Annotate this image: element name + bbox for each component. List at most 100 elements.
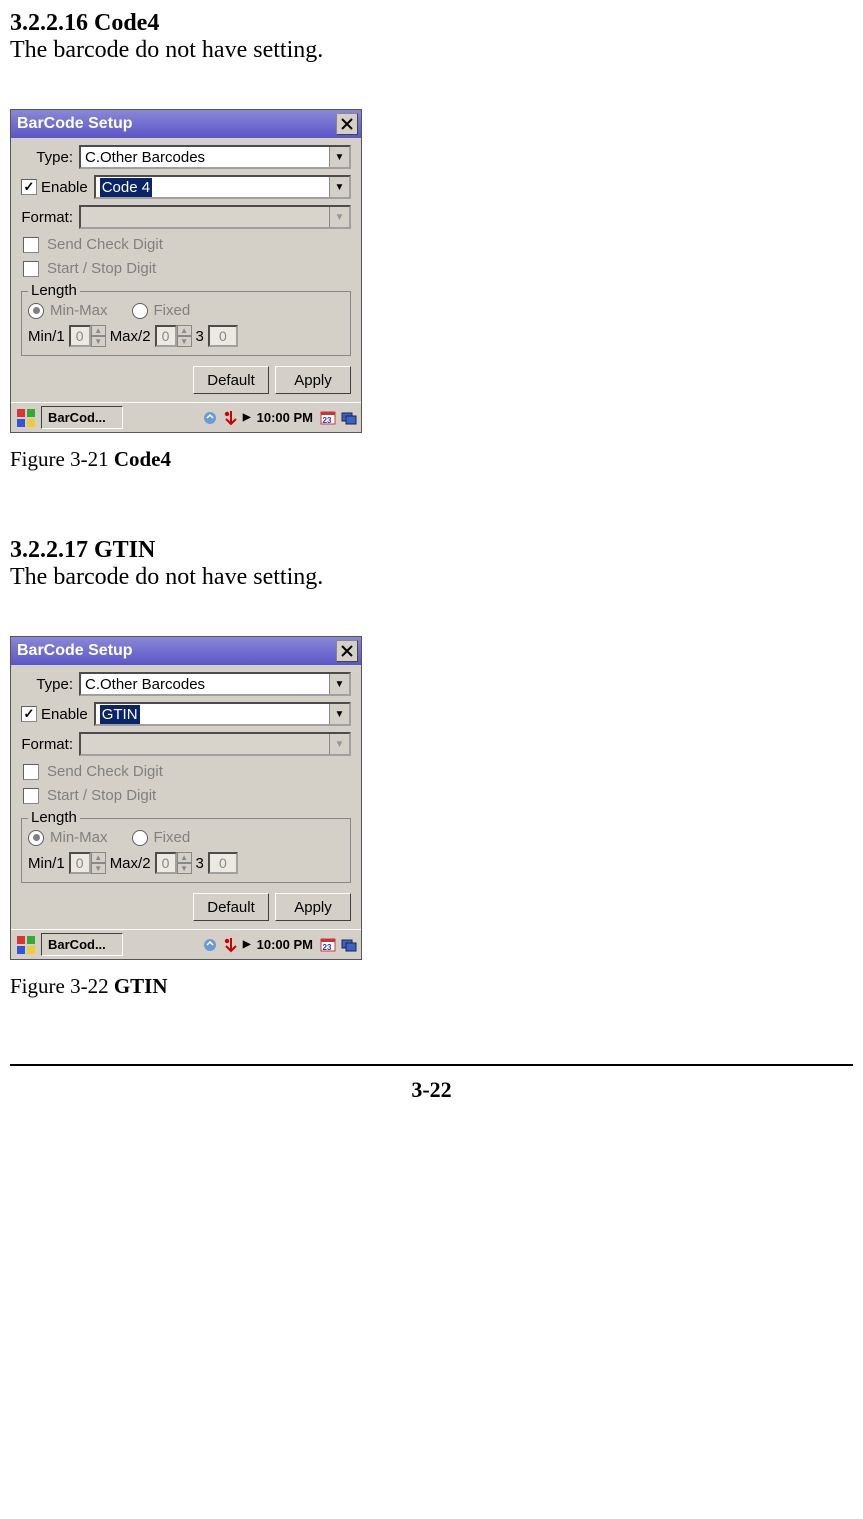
format-dropdown: ▼ (79, 205, 351, 229)
three-input (208, 852, 238, 874)
desktop-icon[interactable] (340, 409, 358, 427)
start-stop-digit-checkbox (23, 261, 39, 277)
start-stop-digit-checkbox (23, 788, 39, 804)
barcode-setup-window: BarCode Setup Type: C.Other Barcodes ▼ ✓… (10, 109, 362, 433)
taskbar: BarCod... ▶ 10:00 PM 23 (11, 929, 361, 959)
start-button[interactable] (14, 406, 38, 430)
max-input (155, 852, 177, 874)
fixed-radio (132, 303, 148, 319)
min-input (69, 852, 91, 874)
tray-icon[interactable] (201, 409, 219, 427)
section-name: GTIN (94, 537, 155, 563)
three-label: 3 (196, 328, 204, 345)
spin-down-icon: ▼ (91, 336, 106, 347)
min-input (69, 325, 91, 347)
close-button[interactable] (336, 113, 358, 135)
spin-down-icon: ▼ (177, 336, 192, 347)
taskbar-item[interactable]: BarCod... (41, 406, 123, 429)
dropdown-arrow-icon: ▼ (329, 207, 349, 227)
max-spinner: ▲▼ (155, 325, 192, 347)
tray-arrow-icon[interactable]: ▶ (243, 412, 251, 423)
taskbar-time: 10:00 PM (257, 937, 313, 952)
spin-up-icon: ▲ (91, 852, 106, 863)
three-input (208, 325, 238, 347)
max-label: Max/2 (110, 328, 151, 345)
send-check-digit-checkbox (23, 764, 39, 780)
figure-caption: Figure 3-21 Code4 (10, 447, 853, 472)
three-input-wrap (208, 325, 238, 347)
desktop-icon[interactable] (340, 936, 358, 954)
section-number: 3.2.2.16 (10, 10, 88, 36)
max-label: Max/2 (110, 855, 151, 872)
default-button[interactable]: Default (193, 893, 269, 921)
tray-arrow-icon[interactable]: ▶ (243, 939, 251, 950)
send-check-digit-label: Send Check Digit (47, 236, 163, 253)
fixed-radio (132, 830, 148, 846)
tray-icon[interactable] (201, 936, 219, 954)
minmax-label: Min-Max (50, 829, 108, 846)
calendar-icon[interactable]: 23 (319, 409, 337, 427)
section-name: Code4 (94, 10, 159, 36)
type-label: Type: (21, 149, 73, 166)
svg-text:23: 23 (323, 943, 332, 952)
close-icon (341, 645, 353, 657)
svg-text:23: 23 (323, 416, 332, 425)
spin-up-icon: ▲ (177, 325, 192, 336)
section-number: 3.2.2.17 (10, 537, 88, 563)
format-label: Format: (21, 736, 73, 753)
length-groupbox: Length Min-Max Fixed Min/1 ▲▼ Max/2 ▲▼ (21, 291, 351, 356)
tray-icon[interactable] (222, 936, 240, 954)
default-button[interactable]: Default (193, 366, 269, 394)
barcode-value: Code 4 (100, 178, 152, 197)
send-check-digit-checkbox (23, 237, 39, 253)
taskbar-time: 10:00 PM (257, 410, 313, 425)
barcode-dropdown[interactable]: Code 4 ▼ (94, 175, 351, 199)
length-legend: Length (28, 282, 80, 299)
barcode-dropdown[interactable]: GTIN ▼ (94, 702, 351, 726)
minmax-radio (28, 830, 44, 846)
length-legend: Length (28, 809, 80, 826)
minmax-label: Min-Max (50, 302, 108, 319)
spin-up-icon: ▲ (91, 325, 106, 336)
type-dropdown[interactable]: C.Other Barcodes ▼ (79, 145, 351, 169)
barcode-value: GTIN (100, 705, 140, 724)
windows-icon (16, 408, 36, 428)
send-check-digit-label: Send Check Digit (47, 763, 163, 780)
figure-caption: Figure 3-22 GTIN (10, 974, 853, 999)
close-button[interactable] (336, 640, 358, 662)
min-spinner: ▲▼ (69, 325, 106, 347)
spin-down-icon: ▼ (177, 863, 192, 874)
barcode-setup-window: BarCode Setup Type: C.Other Barcodes ▼ ✓… (10, 636, 362, 960)
max-spinner: ▲▼ (155, 852, 192, 874)
taskbar-item[interactable]: BarCod... (41, 933, 123, 956)
enable-checkbox[interactable]: ✓ (21, 706, 37, 722)
three-input-wrap (208, 852, 238, 874)
taskbar: BarCod... ▶ 10:00 PM 23 (11, 402, 361, 432)
enable-checkbox[interactable]: ✓ (21, 179, 37, 195)
format-label: Format: (21, 209, 73, 226)
format-dropdown: ▼ (79, 732, 351, 756)
apply-button[interactable]: Apply (275, 366, 351, 394)
close-icon (341, 118, 353, 130)
start-stop-digit-label: Start / Stop Digit (47, 787, 156, 804)
type-value: C.Other Barcodes (85, 149, 205, 166)
section-desc: The barcode do not have setting. (10, 564, 853, 591)
calendar-icon[interactable]: 23 (319, 936, 337, 954)
tray-icon[interactable] (222, 409, 240, 427)
window-title: BarCode Setup (17, 115, 133, 133)
start-stop-digit-label: Start / Stop Digit (47, 260, 156, 277)
dropdown-arrow-icon: ▼ (329, 674, 349, 694)
fixed-label: Fixed (154, 829, 191, 846)
min-label: Min/1 (28, 328, 65, 345)
spin-up-icon: ▲ (177, 852, 192, 863)
type-value: C.Other Barcodes (85, 676, 205, 693)
type-dropdown[interactable]: C.Other Barcodes ▼ (79, 672, 351, 696)
enable-label: Enable (41, 706, 88, 723)
dropdown-arrow-icon: ▼ (329, 177, 349, 197)
three-label: 3 (196, 855, 204, 872)
window-titlebar: BarCode Setup (11, 110, 361, 138)
apply-button[interactable]: Apply (275, 893, 351, 921)
min-spinner: ▲▼ (69, 852, 106, 874)
start-button[interactable] (14, 933, 38, 957)
min-label: Min/1 (28, 855, 65, 872)
